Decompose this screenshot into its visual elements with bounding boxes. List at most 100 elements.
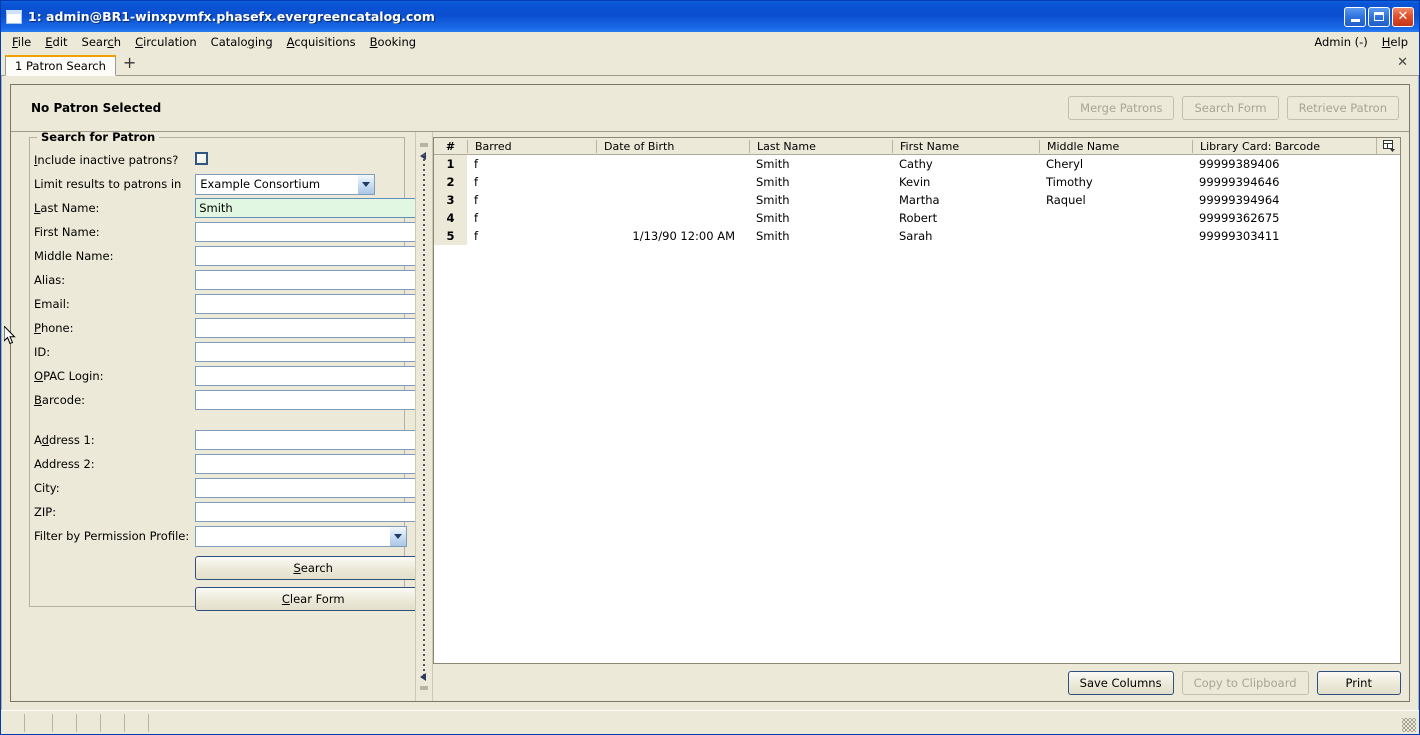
- field-row-phone: Phone:: [34, 316, 415, 340]
- column-header-num[interactable]: #: [434, 140, 467, 153]
- last-name-input[interactable]: [195, 198, 415, 218]
- column-header-middle-name[interactable]: Middle Name: [1039, 139, 1192, 153]
- cell-barred: f: [474, 193, 479, 207]
- address1-input[interactable]: [195, 430, 415, 450]
- zip-input[interactable]: [195, 502, 415, 522]
- retrieve-patron-button[interactable]: Retrieve Patron: [1286, 96, 1399, 120]
- table-row[interactable]: 4 f Smith Robert 99999362675: [434, 209, 1400, 227]
- label-barcode: Barcode:: [34, 393, 86, 407]
- status-cell-2: [25, 713, 53, 732]
- cell-barred: f: [474, 211, 479, 225]
- maximize-button[interactable]: [1368, 6, 1390, 27]
- cell-first-name: Robert: [899, 211, 938, 225]
- include-inactive-checkbox[interactable]: [195, 152, 209, 165]
- field-row-first-name: First Name:: [34, 220, 415, 244]
- barcode-input[interactable]: [195, 390, 415, 410]
- cell-last-name: Smith: [756, 229, 790, 243]
- phone-input[interactable]: [195, 318, 415, 338]
- window-title: 1: admin@BR1-winxpvmfx.phasefx.evergreen…: [28, 9, 435, 24]
- splitter-grip-bottom: [420, 686, 428, 690]
- merge-patrons-button[interactable]: Merge Patrons: [1068, 96, 1175, 120]
- search-form-fields: Include inactive patrons? Limit results …: [34, 148, 415, 611]
- field-row-id: ID:: [34, 340, 415, 364]
- application-window: 1: admin@BR1-winxpvmfx.phasefx.evergreen…: [0, 0, 1420, 735]
- pane-splitter[interactable]: [415, 132, 433, 701]
- cell-barred: f: [474, 175, 479, 189]
- menu-cataloging[interactable]: Cataloging: [204, 33, 280, 51]
- menu-file[interactable]: File: [5, 33, 38, 51]
- id-input[interactable]: [195, 342, 415, 362]
- clear-form-button[interactable]: Clear Form: [195, 587, 415, 611]
- first-name-input[interactable]: [195, 222, 415, 242]
- cell-last-name: Smith: [756, 157, 790, 171]
- table-row[interactable]: 3 f Smith Martha Raquel 99999394964: [434, 191, 1400, 209]
- menu-search[interactable]: Search: [75, 33, 129, 51]
- label-permission-profile: Filter by Permission Profile:: [34, 529, 190, 543]
- app-icon: [6, 9, 22, 24]
- cell-middle-name: [1039, 227, 1192, 245]
- column-header-library-card[interactable]: Library Card: Barcode: [1192, 139, 1376, 153]
- cell-date-of-birth: [596, 191, 749, 209]
- field-row-clear-button: Clear Form: [34, 580, 415, 611]
- opac-login-input[interactable]: [195, 366, 415, 386]
- menu-edit[interactable]: Edit: [38, 33, 74, 51]
- table-row[interactable]: 2 f Smith Kevin Timothy 99999394646: [434, 173, 1400, 191]
- field-row-permission-profile: Filter by Permission Profile:: [34, 524, 415, 548]
- copy-to-clipboard-button[interactable]: Copy to Clipboard: [1181, 671, 1309, 695]
- splitter-collapse-arrow-bottom[interactable]: [420, 673, 426, 681]
- alias-input[interactable]: [195, 270, 415, 290]
- close-button[interactable]: ✕: [1392, 6, 1414, 27]
- minimize-button[interactable]: [1344, 6, 1366, 27]
- cell-library-card: 99999389406: [1199, 157, 1280, 171]
- cell-first-name: Sarah: [899, 229, 933, 243]
- menu-help[interactable]: Help: [1375, 33, 1415, 51]
- email-input[interactable]: [195, 294, 415, 314]
- close-tab-button[interactable]: ✕: [1397, 55, 1415, 73]
- cell-row-number: 3: [434, 191, 467, 209]
- menu-circulation[interactable]: Circulation: [128, 33, 204, 51]
- label-id: ID:: [34, 345, 51, 359]
- address2-input[interactable]: [195, 454, 415, 474]
- label-include-inactive: Include inactive patrons?: [34, 153, 179, 167]
- cell-library-card: 99999362675: [1199, 211, 1280, 225]
- label-email: Email:: [34, 297, 70, 311]
- column-header-first-name[interactable]: First Name: [892, 139, 1039, 153]
- label-address1: Address 1:: [34, 433, 95, 447]
- search-for-patron-fieldset: Search for Patron Include inactive patro…: [29, 132, 415, 611]
- form-spacer: [34, 412, 195, 428]
- new-tab-button[interactable]: +: [116, 54, 143, 73]
- resize-grip[interactable]: [1402, 718, 1416, 732]
- label-opac-login: OPAC Login:: [34, 369, 104, 383]
- column-header-date-of-birth[interactable]: Date of Birth: [596, 139, 749, 153]
- print-button[interactable]: Print: [1316, 671, 1401, 695]
- column-header-barred[interactable]: Barred: [467, 139, 596, 153]
- city-input[interactable]: [195, 478, 415, 498]
- middle-name-input[interactable]: [195, 246, 415, 266]
- cell-middle-name: Raquel: [1046, 193, 1086, 207]
- limit-results-select[interactable]: Example Consortium: [195, 173, 376, 195]
- cell-library-card: 99999303411: [1199, 229, 1280, 243]
- results-body: 1 f Smith Cathy Cheryl 99999389406 2 f S…: [434, 155, 1400, 663]
- search-pane: Search for Patron Include inactive patro…: [11, 132, 415, 701]
- tab-patron-search[interactable]: 1 Patron Search: [5, 55, 116, 76]
- menu-bar-right: Admin (-) Help: [1307, 33, 1415, 51]
- column-picker-icon[interactable]: [1376, 137, 1400, 155]
- cell-row-number: 5: [434, 227, 467, 245]
- search-form-button[interactable]: Search Form: [1182, 96, 1279, 120]
- cell-row-number: 2: [434, 173, 467, 191]
- cell-barred: f: [474, 157, 479, 171]
- field-row-zip: ZIP:: [34, 500, 415, 524]
- menu-acquisitions[interactable]: Acquisitions: [280, 33, 363, 51]
- cell-date-of-birth: [596, 155, 749, 173]
- search-button[interactable]: Search: [195, 556, 415, 580]
- cell-date-of-birth: 1/13/90 12:00 AM: [632, 229, 735, 243]
- save-columns-button[interactable]: Save Columns: [1067, 671, 1174, 695]
- window-controls: ✕: [1344, 6, 1414, 27]
- column-header-last-name[interactable]: Last Name: [749, 139, 892, 153]
- menu-admin[interactable]: Admin (-): [1307, 33, 1374, 51]
- table-row[interactable]: 5 f 1/13/90 12:00 AM Smith Sarah 9999930…: [434, 227, 1400, 245]
- menu-booking[interactable]: Booking: [363, 33, 423, 51]
- table-row[interactable]: 1 f Smith Cathy Cheryl 99999389406: [434, 155, 1400, 173]
- permission-profile-select[interactable]: [195, 525, 408, 547]
- cell-middle-name: Timothy: [1046, 175, 1093, 189]
